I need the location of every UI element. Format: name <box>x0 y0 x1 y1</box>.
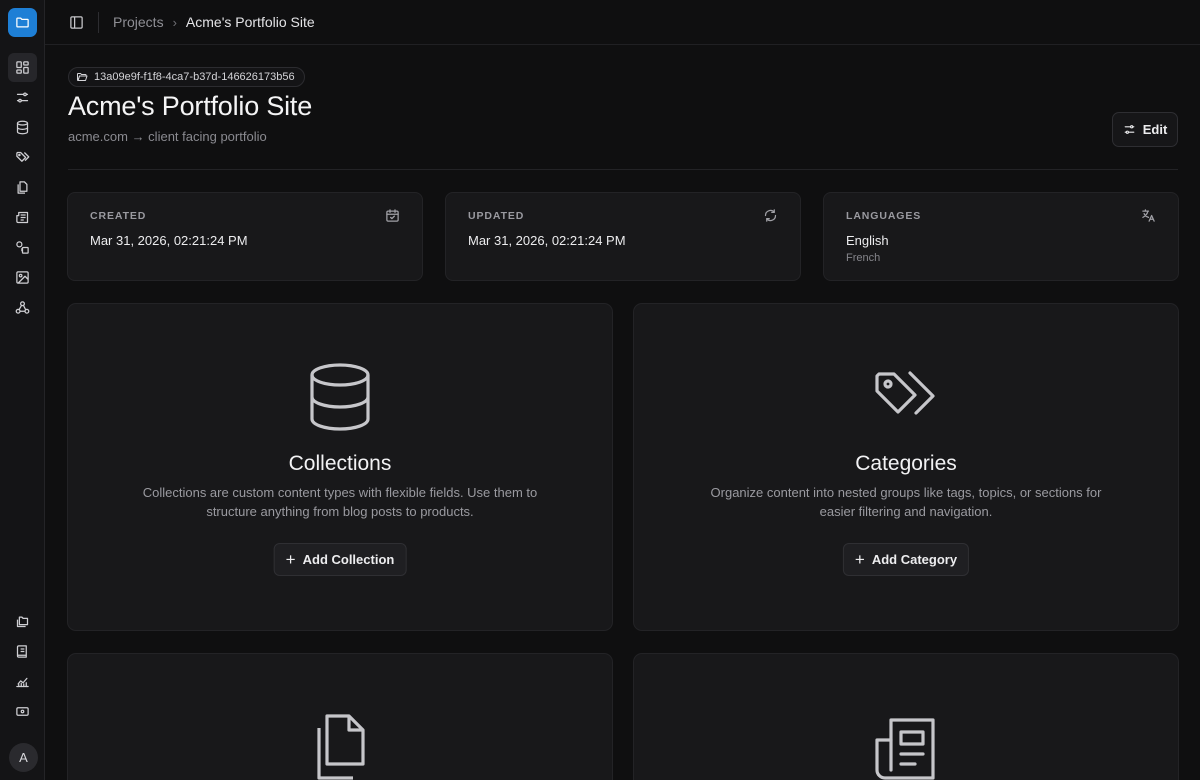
plus-icon: + <box>285 550 296 569</box>
rail-webhooks-button[interactable] <box>8 293 37 322</box>
categories-card: Categories Organize content into nested … <box>633 303 1179 631</box>
collections-card: Collections Collections are custom conte… <box>67 303 613 631</box>
page-subtitle: acme.com → client facing portfolio <box>68 129 267 144</box>
translate-icon <box>1142 209 1155 222</box>
folder-open-icon <box>77 73 88 81</box>
add-category-label: Add Category <box>871 552 958 567</box>
stat-updated: UPDATED Mar 31, 2026, 02:21:24 PM <box>445 192 801 281</box>
stat-created-value: Mar 31, 2026, 02:21:24 PM <box>90 233 248 248</box>
topbar-divider <box>98 12 99 33</box>
rail-dashboard-button[interactable] <box>8 53 37 82</box>
breadcrumb-current: Acme's Portfolio Site <box>185 14 315 30</box>
calendar-check-icon <box>386 209 399 222</box>
newspaper-icon <box>16 211 29 224</box>
stat-created-label: CREATED <box>90 210 147 222</box>
sidebar-toggle-button[interactable] <box>67 13 86 32</box>
tags-icon <box>16 151 30 162</box>
webhook-icon <box>15 301 30 314</box>
rail-analytics-button[interactable] <box>8 667 37 696</box>
rail-docs-button[interactable] <box>8 637 37 666</box>
collections-description: Collections are custom content types wit… <box>142 485 538 519</box>
header-divider <box>68 169 1178 170</box>
folders-icon <box>16 616 29 628</box>
rail-billing-button[interactable] <box>8 697 37 726</box>
sliders-icon <box>16 92 29 103</box>
breadcrumb: Projects › Acme's Portfolio Site <box>113 14 315 30</box>
rail-settings-button[interactable] <box>8 83 37 112</box>
database-icon <box>16 120 29 135</box>
rail-posts-button[interactable] <box>8 203 37 232</box>
image-icon <box>16 271 29 284</box>
rail-pages-button[interactable] <box>8 173 37 202</box>
app-rail: A <box>0 0 45 780</box>
tags-icon <box>875 371 935 415</box>
add-collection-button[interactable]: + Add Collection <box>273 543 407 576</box>
stat-languages: LANGUAGES English French <box>823 192 1179 281</box>
stat-created: CREATED Mar 31, 2026, 02:21:24 PM <box>67 192 423 281</box>
dashboard-icon <box>16 61 29 74</box>
folder-icon <box>16 17 29 28</box>
book-icon <box>16 645 27 658</box>
rail-media-button[interactable] <box>8 263 37 292</box>
files-icon <box>17 181 28 194</box>
project-id-text: 13a09e9f-f1f8-4ca7-b37d-146626173b56 <box>94 71 295 83</box>
panel-left-icon <box>70 16 83 29</box>
banknote-icon <box>16 707 29 716</box>
rail-projects-button[interactable] <box>8 607 37 636</box>
user-avatar[interactable]: A <box>9 743 38 772</box>
stat-languages-primary: English <box>846 233 889 248</box>
folder-logo-button[interactable] <box>8 8 37 37</box>
stat-updated-value: Mar 31, 2026, 02:21:24 PM <box>468 233 626 248</box>
plus-icon: + <box>854 550 865 569</box>
stat-languages-secondary: French <box>846 252 881 264</box>
collections-title: Collections <box>288 452 392 475</box>
stat-updated-label: UPDATED <box>468 210 525 222</box>
top-bar: Projects › Acme's Portfolio Site <box>45 0 1200 45</box>
edit-button[interactable]: Edit <box>1112 112 1178 147</box>
breadcrumb-projects-link[interactable]: Projects <box>113 14 164 30</box>
database-icon <box>310 363 370 431</box>
edit-button-label: Edit <box>1142 122 1168 137</box>
refresh-icon <box>764 209 777 222</box>
rail-shapes-button[interactable] <box>8 233 37 262</box>
rail-collections-button[interactable] <box>8 113 37 142</box>
pages-card <box>67 653 613 780</box>
posts-card <box>633 653 1179 780</box>
add-category-button[interactable]: + Add Category <box>842 543 970 576</box>
chart-line-icon <box>16 677 29 688</box>
shapes-icon <box>16 241 29 254</box>
rail-categories-button[interactable] <box>8 143 37 172</box>
chevron-right-icon: › <box>172 14 177 30</box>
categories-title: Categories <box>855 452 957 475</box>
files-icon <box>317 714 365 780</box>
stat-languages-label: LANGUAGES <box>846 210 922 222</box>
add-collection-label: Add Collection <box>302 552 395 567</box>
project-id-badge[interactable]: 13a09e9f-f1f8-4ca7-b37d-146626173b56 <box>68 67 305 87</box>
newspaper-icon <box>875 718 935 780</box>
sliders-icon <box>1124 125 1135 134</box>
page-title: Acme's Portfolio Site <box>68 91 313 121</box>
categories-description: Organize content into nested groups like… <box>710 485 1102 519</box>
